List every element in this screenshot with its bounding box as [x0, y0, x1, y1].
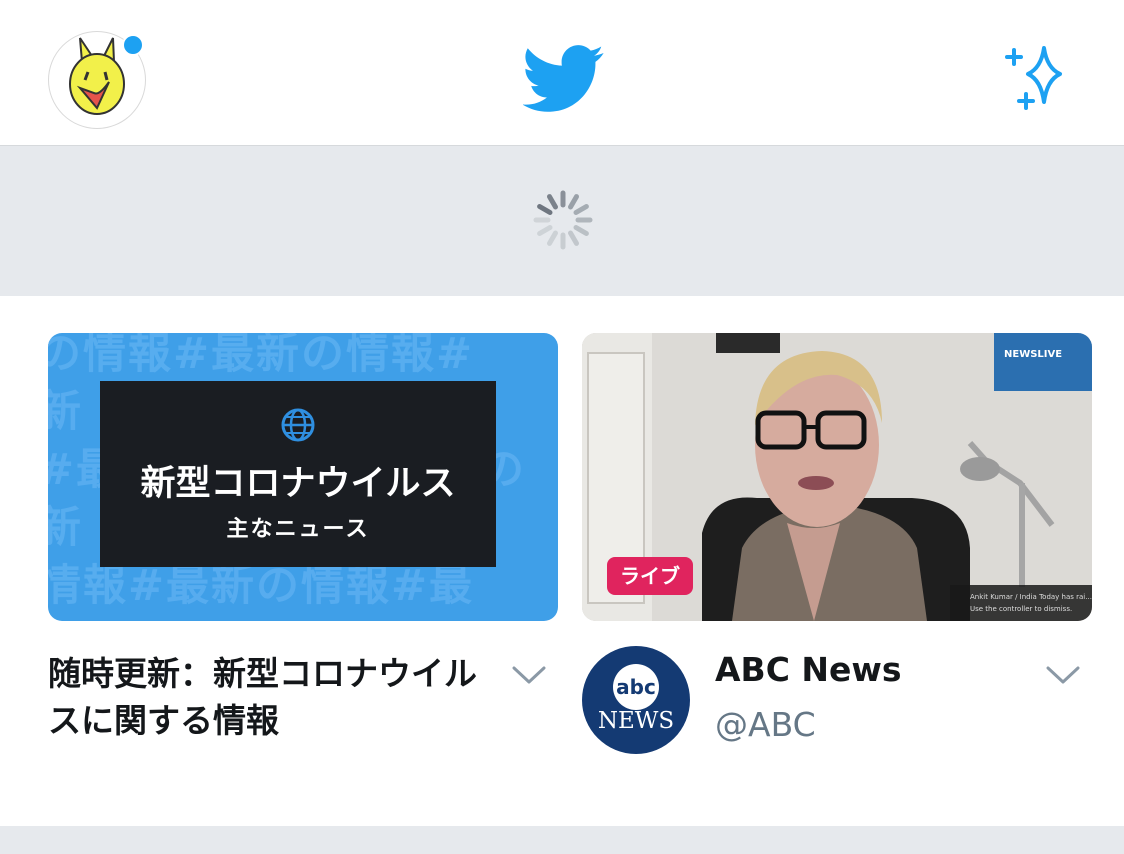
event-card-covid[interactable]: の情報#最新の情報# 新 情報 #最 新の 新 情報 情報#最新の情報#最 新型…	[48, 333, 558, 740]
video-caption-box: Ankit Kumar / India Today has rai... Use…	[950, 585, 1092, 621]
globe-icon	[281, 408, 315, 442]
abc-news-live-overlay: NEWSLIVE	[994, 333, 1092, 391]
thumbnail-subtitle: 主なニュース	[226, 517, 370, 542]
caption-hint: Use the controller to dismiss.	[970, 605, 1073, 613]
twitter-bird-icon[interactable]	[523, 44, 605, 114]
live-video-thumbnail[interactable]: NEWSLIVE ライブ Ankit Kumar / India Today h…	[582, 333, 1092, 621]
thumbnail-title-box: 新型コロナウイルス 主なニュース	[100, 381, 496, 567]
loading-spinner-icon	[533, 190, 593, 250]
covid-thumbnail: の情報#最新の情報# 新 情報 #最 新の 新 情報 情報#最新の情報#最 新型…	[48, 333, 558, 621]
section-divider	[0, 826, 1124, 854]
notification-dot	[122, 34, 144, 56]
news-live-label: NEWSLIVE	[1004, 349, 1063, 360]
thumbnail-title: 新型コロナウイルス	[140, 464, 456, 504]
event-title[interactable]: 随時更新：新型コロナウイルスに関する情報	[48, 650, 488, 744]
live-badge: ライブ	[607, 557, 693, 595]
live-video-card[interactable]: NEWSLIVE ライブ Ankit Kumar / India Today h…	[582, 333, 1092, 754]
account-name[interactable]: ABC News	[715, 650, 902, 689]
abc-logo-circle: abc	[613, 664, 659, 710]
caption-text: Ankit Kumar / India Today has rai...	[970, 593, 1092, 601]
abc-news-avatar[interactable]: abc NEWS	[582, 646, 690, 754]
chevron-down-icon[interactable]	[512, 665, 546, 685]
abc-news-wordmark: NEWS	[597, 708, 675, 734]
chevron-down-icon[interactable]	[1046, 665, 1080, 685]
top-header	[0, 0, 1124, 146]
sparkle-icon[interactable]	[1004, 44, 1076, 112]
account-handle[interactable]: @ABC	[715, 705, 816, 744]
